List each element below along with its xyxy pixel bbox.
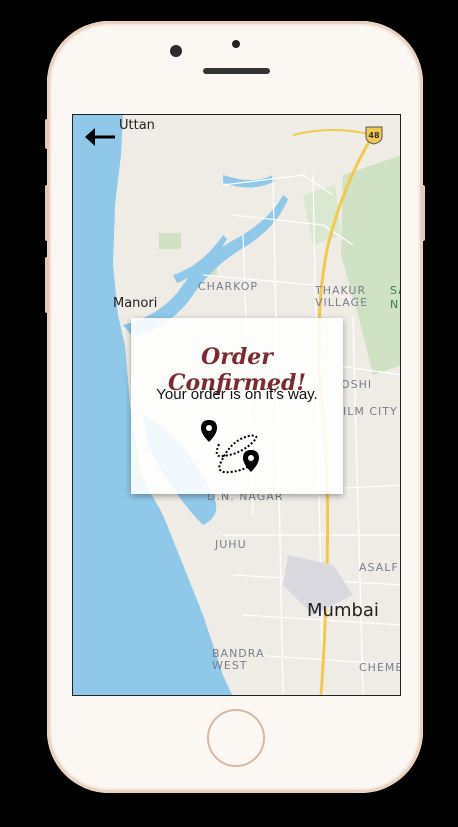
map-label-oshi: OSHI bbox=[341, 378, 373, 391]
map-label-charkop: CHARKOP bbox=[198, 280, 259, 293]
earpiece-speaker bbox=[203, 68, 270, 74]
highway-number: 48 bbox=[368, 131, 380, 140]
dialog-subtitle: Your order is on it’s way. bbox=[156, 386, 318, 403]
location-pin-icon bbox=[243, 450, 259, 472]
map-label-thakur-village: THAKUR VILLAGE bbox=[315, 284, 369, 309]
map-label-sa: SA bbox=[390, 284, 400, 297]
power-button bbox=[421, 185, 425, 241]
route-icon bbox=[201, 420, 259, 474]
map-label-asalf: ASALF bbox=[359, 561, 399, 574]
volume-down-button bbox=[45, 257, 49, 313]
map-label-cheme: CHEME bbox=[359, 661, 401, 674]
mute-switch bbox=[45, 119, 49, 149]
back-arrow-icon[interactable] bbox=[81, 123, 117, 151]
proximity-sensor bbox=[232, 40, 240, 48]
order-confirmation-dialog: Order Confirmed! Your order is on it’s w… bbox=[131, 318, 343, 494]
screen: Uttan Manori CHARKOP THAKUR VILLAGE SA N… bbox=[72, 114, 401, 696]
location-pin-icon bbox=[201, 420, 217, 442]
front-camera bbox=[170, 45, 182, 57]
volume-up-button bbox=[45, 185, 49, 241]
map-label-ilm-city: ILM CITY bbox=[343, 405, 398, 418]
map-label-n: N bbox=[390, 298, 400, 311]
home-button[interactable] bbox=[207, 709, 265, 767]
map-label-mumbai: Mumbai bbox=[307, 600, 379, 621]
map-label-manori: Manori bbox=[113, 296, 158, 311]
highway-shield-icon: 48 bbox=[365, 126, 383, 145]
map-label-juhu: JUHU bbox=[215, 538, 247, 551]
map-label-uttan: Uttan bbox=[119, 118, 155, 133]
map-label-bandra-west: BANDRA WEST bbox=[212, 647, 265, 672]
